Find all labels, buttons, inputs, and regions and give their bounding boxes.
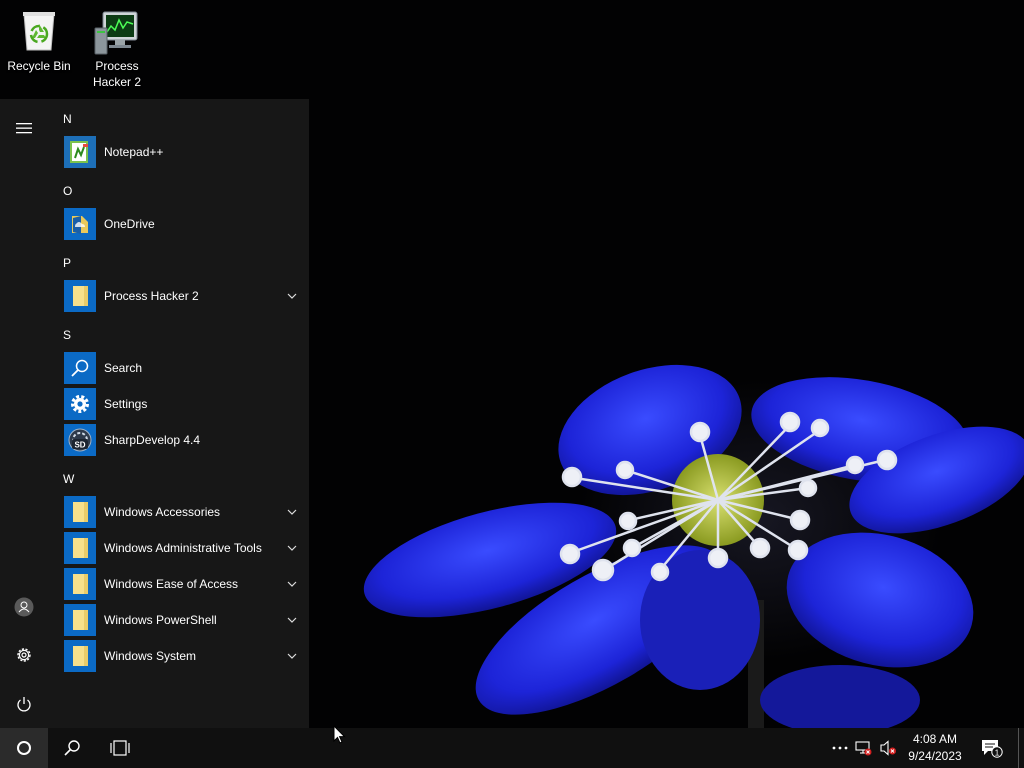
- app-item-sharpdevelop[interactable]: SD SharpDevelop 4.4: [64, 424, 300, 456]
- folder-icon: [64, 640, 96, 672]
- app-label: OneDrive: [104, 217, 155, 231]
- app-label: Windows Ease of Access: [104, 577, 239, 591]
- taskbar: 4:08 AM 9/24/2023 1: [0, 728, 1024, 768]
- mouse-cursor-icon: [333, 725, 346, 744]
- group-header-w[interactable]: W: [63, 472, 74, 486]
- chevron-down-icon[interactable]: [284, 504, 300, 520]
- recycle-bin-icon: [15, 8, 63, 56]
- app-item-windows-ease-of-access[interactable]: Windows Ease of Access: [64, 568, 300, 600]
- user-account-icon: [14, 597, 34, 617]
- gear-icon: [17, 648, 31, 662]
- user-account-button[interactable]: [0, 587, 48, 627]
- app-item-notepad-plus-plus[interactable]: Notepad++: [64, 136, 300, 168]
- group-header-p[interactable]: P: [63, 256, 71, 270]
- taskbar-search-button[interactable]: [48, 728, 96, 768]
- chevron-down-icon[interactable]: [284, 612, 300, 628]
- app-list[interactable]: N Notepad++ O OneDrive P Process Hacker …: [48, 99, 309, 728]
- sharpdevelop-icon: SD: [64, 424, 96, 456]
- app-item-windows-accessories[interactable]: Windows Accessories: [64, 496, 300, 528]
- show-desktop-button[interactable]: [1018, 728, 1019, 768]
- onedrive-icon: [64, 208, 96, 240]
- start-menu-rail: [0, 99, 48, 728]
- app-label: Search: [104, 361, 143, 375]
- power-icon: [17, 697, 31, 712]
- app-label: Windows Administrative Tools: [104, 541, 262, 555]
- network-disconnected-icon: [855, 741, 872, 756]
- chevron-down-icon[interactable]: [284, 648, 300, 664]
- app-item-settings[interactable]: Settings: [64, 388, 300, 420]
- app-item-windows-administrative-tools[interactable]: Windows Administrative Tools: [64, 532, 300, 564]
- gear-icon: [64, 388, 96, 420]
- settings-button[interactable]: [0, 635, 48, 675]
- task-view-button[interactable]: [96, 728, 144, 768]
- group-header-o[interactable]: O: [63, 184, 72, 198]
- folder-icon: [64, 496, 96, 528]
- notification-count: 1: [995, 747, 1000, 757]
- desktop-icon-process-hacker[interactable]: Process Hacker 2: [79, 8, 155, 90]
- action-center-button[interactable]: 1: [970, 728, 1014, 768]
- app-item-windows-system[interactable]: Windows System: [64, 640, 300, 672]
- taskbar-clock[interactable]: 4:08 AM 9/24/2023: [900, 728, 970, 768]
- app-item-onedrive[interactable]: OneDrive: [64, 208, 300, 240]
- desktop-icon-label: Process Hacker 2: [92, 59, 142, 89]
- chevron-down-icon[interactable]: [284, 576, 300, 592]
- folder-icon: [64, 280, 96, 312]
- hamburger-menu-button[interactable]: [0, 108, 48, 148]
- tray-overflow-button[interactable]: [828, 728, 852, 768]
- hamburger-menu-icon: [16, 123, 32, 134]
- start-circle-icon: [17, 741, 31, 755]
- chevron-down-icon[interactable]: [284, 288, 300, 304]
- app-label: Windows Accessories: [104, 505, 221, 519]
- app-label: SharpDevelop 4.4: [104, 433, 201, 447]
- svg-text:SD: SD: [74, 441, 85, 450]
- app-label: Windows System: [104, 649, 197, 663]
- group-header-s[interactable]: S: [63, 328, 71, 342]
- app-item-windows-powershell[interactable]: Windows PowerShell: [64, 604, 300, 636]
- folder-icon: [64, 532, 96, 564]
- search-icon: [64, 352, 96, 384]
- app-label: Process Hacker 2: [104, 289, 199, 303]
- desktop-icon-recycle-bin[interactable]: Recycle Bin: [1, 8, 77, 74]
- tray-volume-button[interactable]: [876, 728, 900, 768]
- clock-date: 9/24/2023: [908, 749, 962, 763]
- folder-icon: [64, 604, 96, 636]
- app-item-search[interactable]: Search: [64, 352, 300, 384]
- notification-icon: 1: [982, 740, 1003, 758]
- start-button[interactable]: [0, 728, 48, 768]
- overflow-dots-icon: [832, 746, 848, 750]
- search-icon: [64, 740, 80, 756]
- app-label: Windows PowerShell: [104, 613, 217, 627]
- task-view-icon: [110, 740, 130, 756]
- app-label: Settings: [104, 397, 148, 411]
- start-menu: N Notepad++ O OneDrive P Process Hacker …: [0, 99, 309, 728]
- tray-network-button[interactable]: [852, 728, 876, 768]
- power-button[interactable]: [0, 684, 48, 724]
- folder-icon: [64, 568, 96, 600]
- desktop-icon-label: Recycle Bin: [7, 59, 71, 73]
- volume-muted-icon: [880, 740, 896, 756]
- app-label: Notepad++: [104, 145, 164, 159]
- app-item-process-hacker-2[interactable]: Process Hacker 2: [64, 280, 300, 312]
- group-header-n[interactable]: N: [63, 112, 72, 126]
- process-hacker-icon: [93, 8, 141, 56]
- notepad-plus-plus-icon: [64, 136, 96, 168]
- clock-time: 4:08 AM: [912, 732, 958, 746]
- chevron-down-icon[interactable]: [284, 540, 300, 556]
